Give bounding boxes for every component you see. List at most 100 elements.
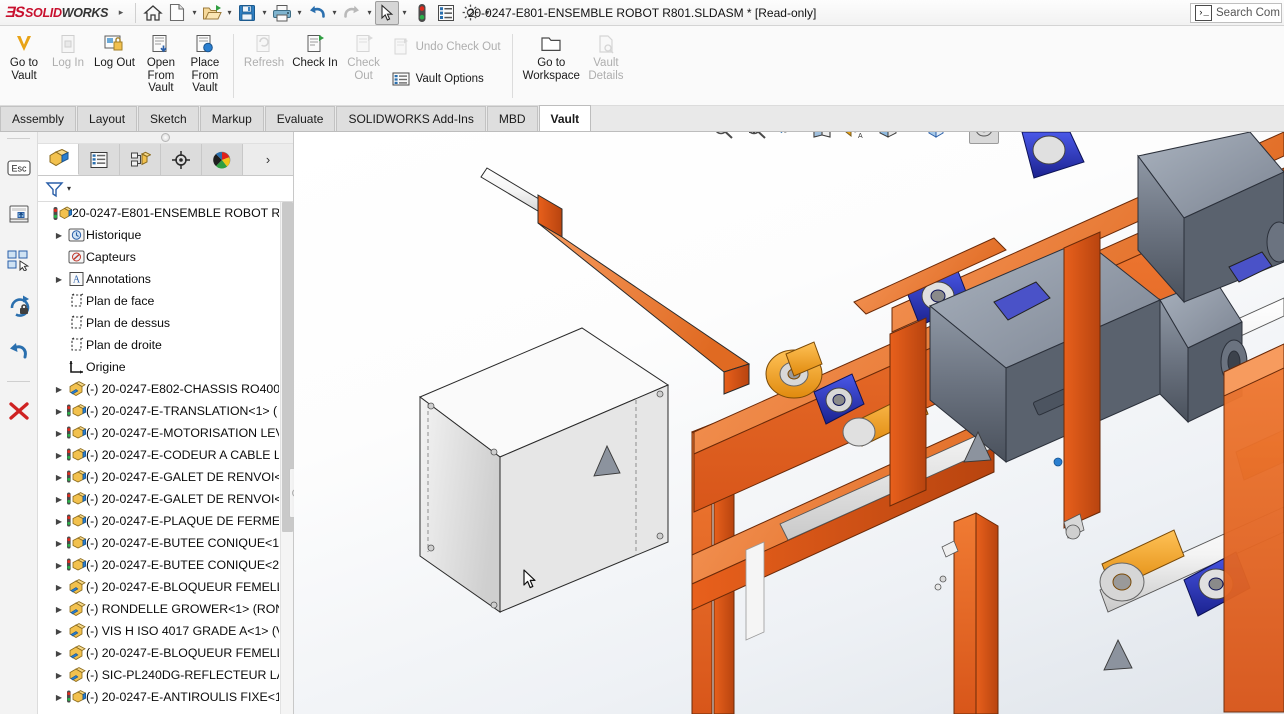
tree-node-expander[interactable]: ▶ — [52, 429, 66, 438]
check-in-button[interactable]: Check In — [288, 29, 341, 73]
tree-node-expander[interactable]: ▶ — [52, 495, 66, 504]
tree-node[interactable]: Plan de droite — [38, 334, 293, 356]
tree-node-expander[interactable]: ▶ — [52, 539, 66, 548]
tree-node[interactable]: ▶ (-) 20-0247-E-ANTIROULIS FIXE<1 — [38, 686, 293, 708]
tree-node-expander[interactable]: ▶ — [52, 583, 66, 592]
feature-tree-scrollbar[interactable] — [280, 202, 293, 714]
fm-tab-dimxpert-manager[interactable] — [161, 144, 202, 175]
feature-tree-filter-bar[interactable]: ▾ — [38, 176, 293, 202]
tree-node[interactable]: ▶ (-) 20-0247-E-BUTEE CONIQUE<1> — [38, 532, 293, 554]
tree-node[interactable]: ▶ Historique — [38, 224, 293, 246]
tab-evaluate[interactable]: Evaluate — [264, 106, 336, 131]
tree-node-expander[interactable]: ▶ — [52, 561, 66, 570]
view-orientation-icon[interactable]: A — [840, 132, 870, 144]
panel-horizontal-splitter[interactable] — [38, 132, 293, 144]
apply-scene-icon[interactable] — [969, 132, 999, 144]
tree-node[interactable]: ▶ A Annotations — [38, 268, 293, 290]
fm-tab-property-manager[interactable] — [79, 144, 120, 175]
redo-icon[interactable] — [340, 1, 364, 25]
redo-dropdown-caret[interactable]: ▾ — [364, 8, 375, 17]
tab-sketch[interactable]: Sketch — [138, 106, 199, 131]
vault-details-button[interactable]: Vault Details — [584, 29, 628, 85]
tree-node-expander[interactable]: ▶ — [52, 671, 66, 680]
rebuild-icon[interactable] — [410, 1, 434, 25]
previous-view-icon[interactable] — [774, 132, 804, 144]
tab-layout[interactable]: Layout — [77, 106, 138, 131]
tree-node[interactable]: ▶ (-) 20-0247-E-BLOQUEUR FEMELL — [38, 642, 293, 664]
tree-node[interactable]: ▶ (-) SIC-PL240DG-REFLECTEUR LAS — [38, 664, 293, 686]
tab-assembly[interactable]: Assembly — [0, 106, 77, 131]
home-icon[interactable] — [141, 1, 165, 25]
save-icon[interactable] — [235, 1, 259, 25]
tree-node[interactable]: ▶ (-) 20-0247-E-BLOQUEUR FEMELL — [38, 576, 293, 598]
tree-node[interactable]: ▶ (-) 20-0247-E-GALET DE RENVOI<2 — [38, 488, 293, 510]
hide-show-items-icon[interactable] — [921, 132, 951, 144]
open-document-dropdown-caret[interactable]: ▾ — [224, 8, 235, 17]
select-dropdown-caret[interactable]: ▾ — [399, 8, 410, 17]
tab-markup[interactable]: Markup — [199, 106, 264, 131]
tree-node-expander[interactable]: ▶ — [52, 407, 66, 416]
select-icon[interactable] — [375, 0, 399, 25]
undo-check-out-button[interactable]: Undo Check Out — [386, 31, 506, 63]
zoom-to-fit-icon[interactable] — [708, 132, 738, 144]
tree-node[interactable]: Plan de face — [38, 290, 293, 312]
tree-node[interactable]: ▶ (-) 20-0247-E-CODEUR A CABLE L — [38, 444, 293, 466]
tree-node[interactable]: ▶ (-) 20-0247-E-BUTEE CONIQUE<2> — [38, 554, 293, 576]
menu-expand-arrow[interactable]: ▸ — [112, 7, 130, 18]
tree-node[interactable]: ▶ (-) 20-0247-E802-CHASSIS RO400S — [38, 378, 293, 400]
section-view-icon[interactable] — [807, 132, 837, 144]
move-component-icon[interactable] — [0, 237, 37, 283]
place-from-vault-button[interactable]: Place From Vault — [183, 29, 227, 98]
close-red-x-icon[interactable] — [0, 388, 37, 434]
tree-node[interactable]: ▶ (-) VIS H ISO 4017 GRADE A<1> (V — [38, 620, 293, 642]
tab-mbd[interactable]: MBD — [486, 106, 538, 131]
display-style-icon[interactable] — [873, 132, 903, 144]
solidworks-logo[interactable]: ƎS SOLIDWORKS — [0, 0, 112, 26]
search-commands-box[interactable]: ›_ Search Com — [1190, 3, 1282, 23]
tree-node-expander[interactable]: ▶ — [52, 605, 66, 614]
undo-blue-icon[interactable] — [0, 329, 37, 375]
print-icon[interactable] — [270, 1, 294, 25]
undo-icon[interactable] — [305, 1, 329, 25]
tree-node-expander[interactable]: ▶ — [52, 627, 66, 636]
tree-node-expander[interactable]: ▶ — [52, 275, 66, 284]
log-out-button[interactable]: Log Out — [90, 29, 139, 73]
tree-node-expander[interactable]: ▶ — [52, 517, 66, 526]
tab-vault[interactable]: Vault — [538, 105, 592, 131]
insert-components-icon[interactable] — [0, 191, 37, 237]
filter-dropdown-caret[interactable]: ▾ — [67, 184, 71, 193]
open-document-icon[interactable] — [200, 1, 224, 25]
tree-node[interactable]: ▶ (-) 20-0247-E-TRANSLATION<1> ( — [38, 400, 293, 422]
tree-node-expander[interactable]: ▶ — [52, 451, 66, 460]
tree-node[interactable]: ▶ (-) 20-0247-E-GALET DE RENVOI<1 — [38, 466, 293, 488]
tree-node[interactable]: ▶ (-) 20-0247-E-MOTORISATION LEV — [38, 422, 293, 444]
graphics-viewport[interactable]: A ▾ ▾ — [294, 132, 1284, 714]
zoom-to-area-icon[interactable] — [741, 132, 771, 144]
tree-node-expander[interactable]: ▶ — [52, 473, 66, 482]
tree-node-expander[interactable]: ▶ — [52, 693, 66, 702]
save-dropdown-caret[interactable]: ▾ — [259, 8, 270, 17]
go-to-workspace-button[interactable]: Go to Workspace — [519, 29, 584, 85]
fm-tab-overflow-chevron-icon[interactable]: › — [243, 144, 293, 175]
hide-show-items-caret[interactable]: ▾ — [954, 132, 966, 134]
check-out-button[interactable]: Check Out — [342, 29, 386, 85]
go-to-vault-button[interactable]: Go to Vault — [2, 29, 46, 85]
fm-tab-feature-tree[interactable] — [38, 144, 79, 175]
settings-dropdown-caret[interactable]: ▾ — [482, 8, 493, 17]
tree-node[interactable]: Capteurs — [38, 246, 293, 268]
print-dropdown-caret[interactable]: ▾ — [294, 8, 305, 17]
fm-tab-configuration-manager[interactable] — [120, 144, 161, 175]
tab-solidworks-addins[interactable]: SOLIDWORKS Add-Ins — [336, 106, 486, 131]
new-document-icon[interactable] — [165, 1, 189, 25]
tree-node[interactable]: ▶ (-) 20-0247-E-PLAQUE DE FERMET — [38, 510, 293, 532]
rotate-component-icon[interactable] — [0, 283, 37, 329]
tree-node-expander[interactable]: ▶ — [52, 649, 66, 658]
open-from-vault-button[interactable]: Open From Vault — [139, 29, 183, 98]
tree-node[interactable]: ▶ (-) RONDELLE GROWER<1> (RON — [38, 598, 293, 620]
refresh-button[interactable]: Refresh — [240, 29, 288, 73]
tree-node[interactable]: Origine — [38, 356, 293, 378]
new-document-dropdown-caret[interactable]: ▾ — [189, 8, 200, 17]
options-list-icon[interactable] — [434, 1, 458, 25]
tree-node[interactable]: Plan de dessus — [38, 312, 293, 334]
settings-gear-icon[interactable] — [458, 1, 482, 25]
